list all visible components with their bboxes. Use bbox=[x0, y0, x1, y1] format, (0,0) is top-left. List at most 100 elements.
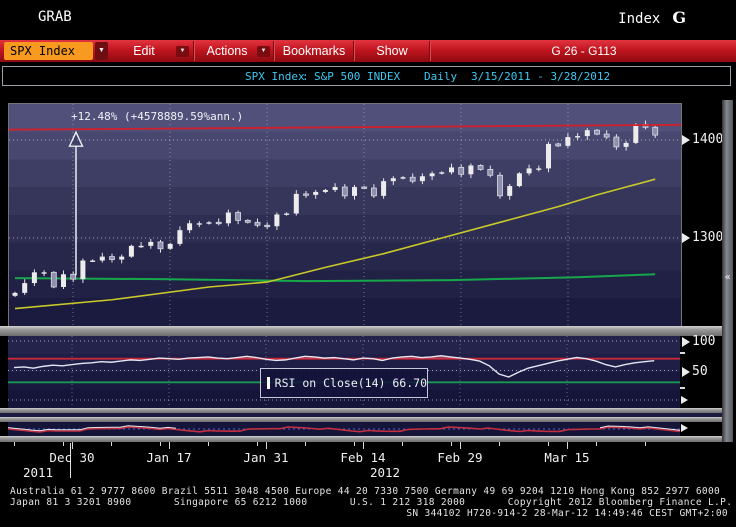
time-axis-minor-tick bbox=[402, 442, 403, 446]
actions-dropdown-icon[interactable]: ▼ bbox=[257, 46, 270, 57]
security-select[interactable]: SPX Index bbox=[4, 42, 93, 60]
edit-dropdown-icon[interactable]: ▼ bbox=[176, 46, 189, 57]
price-chart-panel[interactable]: +12.48% (+4578889.59%ann.) bbox=[8, 103, 682, 326]
time-axis-year-label: 2011 bbox=[22, 465, 54, 480]
candle-body bbox=[196, 223, 202, 225]
bloomberg-terminal-screen: GRAB Index G SPX Index ▼ Edit ▼ Actions ▼… bbox=[0, 0, 736, 527]
time-axis-minor-tick bbox=[450, 442, 452, 446]
time-axis-minor-tick bbox=[305, 442, 306, 446]
ma50-line bbox=[14, 178, 656, 310]
rsi-legend-label: RSI on Close(14) 66.70 bbox=[274, 376, 427, 390]
candle-body bbox=[70, 273, 77, 280]
rsi-legend-swatch bbox=[267, 377, 270, 389]
candle-body bbox=[623, 142, 629, 147]
candle-body bbox=[148, 241, 154, 246]
candle-body bbox=[361, 186, 368, 189]
vertical-scrollbar[interactable]: « bbox=[722, 100, 733, 470]
time-axis-label: Jan 31 bbox=[243, 450, 289, 465]
security-info-bar: SPX Index : S&P 500 INDEX Daily 3/15/201… bbox=[2, 66, 731, 86]
trend-line bbox=[9, 123, 681, 131]
candle-body bbox=[293, 193, 299, 214]
candle-body bbox=[22, 283, 28, 293]
candle-body bbox=[138, 245, 144, 248]
command-line-echo: Index G bbox=[618, 8, 686, 28]
axis-marker-icon bbox=[681, 396, 688, 404]
menu-bookmarks-label: Bookmarks bbox=[282, 44, 346, 58]
time-axis-label: Feb 14 bbox=[340, 450, 386, 465]
candle-body bbox=[652, 126, 659, 136]
scrollbar-collapse-icon[interactable]: « bbox=[722, 272, 733, 283]
collapsed-indicator-panel[interactable] bbox=[8, 422, 680, 436]
candle-body bbox=[313, 191, 319, 195]
toolbar-divider bbox=[429, 41, 430, 61]
security-select-value: SPX Index bbox=[10, 44, 76, 58]
candle-body bbox=[50, 271, 57, 288]
price-axis-label-1300: 1300 bbox=[682, 230, 723, 245]
trend-measure-annotation: +12.48% (+4578889.59%ann.) bbox=[71, 110, 244, 123]
candle-body bbox=[400, 177, 406, 179]
menu-bar: SPX Index ▼ Edit ▼ Actions ▼ Bookmarks S… bbox=[0, 40, 736, 62]
candle-body bbox=[119, 256, 125, 260]
time-axis-minor-tick bbox=[644, 442, 646, 446]
time-axis-minor-tick bbox=[111, 442, 112, 446]
candle-body bbox=[507, 186, 513, 196]
time-axis-minor-tick bbox=[62, 442, 64, 446]
candle-body bbox=[613, 136, 620, 148]
axis-marker-icon bbox=[682, 232, 690, 243]
candle-body bbox=[381, 181, 387, 196]
candle-body bbox=[409, 176, 416, 182]
candle-body bbox=[254, 221, 261, 226]
menu-show[interactable]: Show bbox=[356, 40, 428, 62]
time-axis-minor-tick bbox=[14, 442, 15, 446]
candle-body bbox=[90, 260, 96, 262]
security-ticker: SPX Index bbox=[245, 70, 305, 83]
candle-body bbox=[497, 174, 503, 197]
time-axis-major-tick bbox=[266, 442, 267, 449]
price-axis-value: 1300 bbox=[692, 230, 724, 245]
time-axis-minor-tick bbox=[596, 442, 597, 446]
candle-body bbox=[332, 187, 338, 190]
candle-body bbox=[177, 230, 183, 244]
rsi-legend[interactable]: RSI on Close(14) 66.70 bbox=[260, 368, 428, 398]
candle-body bbox=[352, 187, 357, 196]
candle-body bbox=[274, 214, 280, 227]
chart-period: Daily bbox=[424, 70, 458, 83]
candle-body bbox=[565, 137, 571, 146]
toolbar-divider bbox=[193, 41, 194, 61]
panel-separator[interactable] bbox=[0, 326, 722, 336]
candle-body bbox=[244, 219, 251, 223]
time-axis-label: Feb 29 bbox=[437, 450, 483, 465]
time-axis-minor-tick bbox=[547, 442, 549, 446]
measure-arrow-head bbox=[68, 130, 84, 147]
candle-body bbox=[526, 168, 532, 174]
candle-body bbox=[109, 256, 115, 260]
candle-body bbox=[477, 165, 484, 170]
time-axis-major-tick bbox=[567, 442, 568, 449]
candle-body bbox=[603, 133, 610, 138]
candle-body bbox=[419, 176, 425, 182]
toolbar-page-range: G 26 - G113 bbox=[551, 44, 617, 58]
candle-body bbox=[449, 167, 454, 173]
candle-body bbox=[187, 223, 193, 231]
time-axis-major-tick bbox=[169, 442, 170, 449]
candle-body bbox=[429, 173, 435, 177]
time-axis-year-label: 2012 bbox=[369, 465, 401, 480]
menu-actions[interactable]: Actions bbox=[197, 40, 257, 62]
menu-show-label: Show bbox=[376, 44, 408, 58]
candle-body bbox=[516, 173, 522, 187]
rsi-axis-label-100: 100 bbox=[682, 334, 715, 349]
candle-body bbox=[264, 224, 271, 228]
candle-body bbox=[536, 168, 542, 170]
candle-body bbox=[99, 256, 105, 261]
time-axis: Dec 30 Jan 17 Jan 31 Feb 14 Feb 29 Mar 15 201… bbox=[0, 442, 736, 484]
axis-marker-icon bbox=[681, 424, 688, 432]
menu-edit[interactable]: Edit bbox=[112, 40, 176, 62]
rsi-axis-value: 50 bbox=[692, 364, 708, 379]
toolbar-divider bbox=[273, 41, 274, 61]
menu-bookmarks[interactable]: Bookmarks bbox=[276, 40, 352, 62]
candle-body bbox=[206, 222, 212, 224]
candle-body bbox=[594, 129, 600, 135]
security-dropdown-icon[interactable]: ▼ bbox=[95, 42, 108, 60]
time-axis-major-tick bbox=[72, 442, 73, 449]
chart-date-range: 3/15/2011 - 3/28/2012 bbox=[471, 70, 611, 83]
